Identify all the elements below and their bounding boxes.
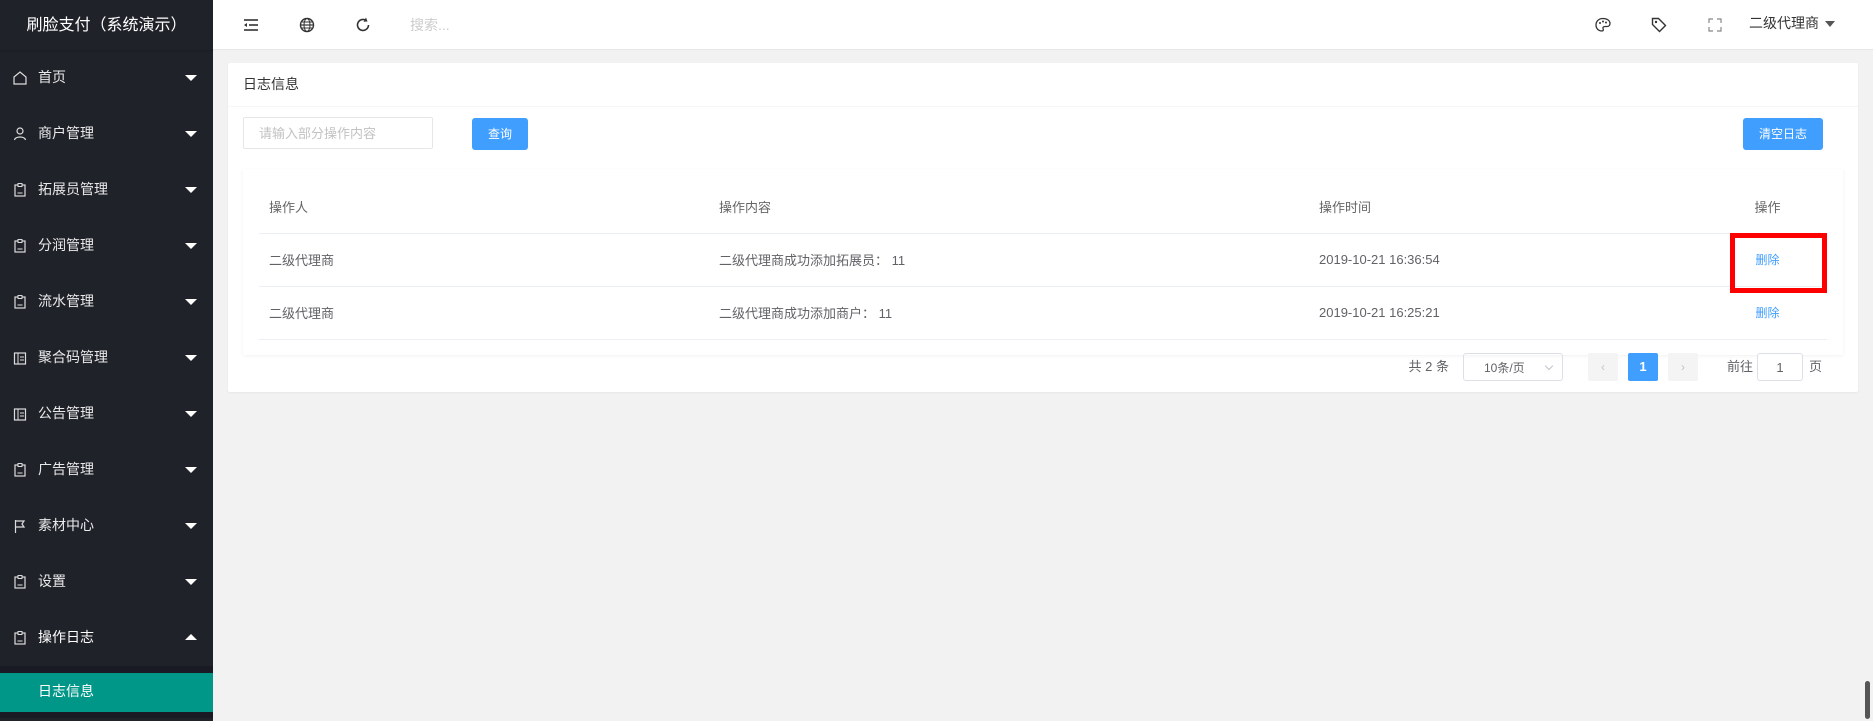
template-icon	[13, 408, 27, 421]
user-menu[interactable]: 二级代理商	[1749, 0, 1835, 50]
clear-log-button[interactable]: 清空日志	[1743, 118, 1823, 150]
sidebar-item-label: 广告管理	[38, 462, 94, 478]
sidebar-menu: 首页 商户管理 拓展员管理 分润管理 流水管理 聚合码管理 公告管理 广告管理 …	[0, 50, 213, 666]
card-title: 日志信息	[228, 63, 1858, 107]
sidebar-item-label: 流水管理	[38, 294, 94, 310]
table-row: 二级代理商 二级代理商成功添加拓展员： 11 2019-10-21 16:36:…	[259, 233, 1827, 287]
sidebar-item-transactions[interactable]: 流水管理	[0, 274, 213, 330]
chevron-down-icon	[1544, 361, 1554, 371]
sidebar-item-label: 素材中心	[38, 518, 94, 534]
operator-cell: 二级代理商	[259, 233, 709, 287]
sidebar-item-aggregate-code[interactable]: 聚合码管理	[0, 330, 213, 386]
website-icon[interactable]	[297, 15, 317, 35]
scrollbar-thumb[interactable]	[1865, 681, 1870, 719]
time-cell: 2019-10-21 16:25:21	[1309, 286, 1709, 340]
sidebar-item-label: 商户管理	[38, 126, 94, 142]
clipboard-icon	[14, 463, 26, 477]
content-cell: 二级代理商成功添加商户： 11	[709, 286, 1309, 340]
toolbar: 查询 清空日志	[243, 117, 1843, 151]
sidebar-item-label: 分润管理	[38, 238, 94, 254]
tag-icon[interactable]	[1649, 15, 1669, 35]
sidebar-submenu: 日志信息	[0, 666, 213, 718]
sidebar-item-home[interactable]: 首页	[0, 50, 213, 106]
sidebar-item-label: 拓展员管理	[38, 182, 108, 198]
pagination: 共 2 条 10条/页 ‹ 1 › 前往 页	[1408, 353, 1822, 381]
sidebar-subitem-log-info[interactable]: 日志信息	[0, 673, 213, 712]
table-row: 二级代理商 二级代理商成功添加商户： 11 2019-10-21 16:25:2…	[259, 286, 1827, 340]
clipboard-icon	[14, 183, 26, 197]
chevron-up-icon	[185, 634, 197, 640]
goto-label: 前往	[1726, 359, 1753, 374]
refresh-icon[interactable]	[353, 15, 373, 35]
top-header: 二级代理商	[213, 0, 1873, 50]
column-header: 操作	[1709, 180, 1827, 234]
page-size-select[interactable]: 10条/页	[1462, 353, 1563, 381]
column-header: 操作内容	[709, 180, 1309, 234]
sidebar: 刷脸支付（系统演示） 首页 商户管理 拓展员管理 分润管理 流水管理 聚合码管理…	[0, 0, 213, 721]
app-title: 刷脸支付（系统演示）	[0, 0, 213, 50]
sidebar-item-label: 聚合码管理	[38, 350, 108, 366]
log-table: 操作人 操作内容 操作时间 操作 二级代理商 二级代理商成功添加拓展员： 11 …	[259, 180, 1827, 340]
clipboard-icon	[14, 575, 26, 589]
chevron-down-icon	[185, 523, 197, 529]
clipboard-icon	[14, 239, 26, 253]
sidebar-item-operation-log[interactable]: 操作日志	[0, 610, 213, 666]
query-button[interactable]: 查询	[472, 118, 528, 150]
column-header: 操作人	[259, 180, 709, 234]
chevron-down-icon	[185, 579, 197, 585]
chevron-down-icon	[185, 187, 197, 193]
sidebar-item-settings[interactable]: 设置	[0, 554, 213, 610]
action-cell: 删除	[1709, 233, 1827, 287]
operator-cell: 二级代理商	[259, 286, 709, 340]
delete-link[interactable]: 删除	[1755, 306, 1779, 320]
table-header-row: 操作人 操作内容 操作时间 操作	[259, 180, 1827, 234]
chevron-down-icon	[185, 75, 197, 81]
fullscreen-icon[interactable]	[1705, 15, 1725, 35]
sidebar-item-label: 操作日志	[38, 630, 94, 646]
prev-page-button[interactable]: ‹	[1587, 353, 1618, 381]
chevron-down-icon	[185, 355, 197, 361]
log-info-card: 日志信息 查询 清空日志 操作人 操作内容 操作时间 操作 二级代理商 二级代理…	[228, 63, 1858, 392]
clipboard-icon	[14, 295, 26, 309]
page-number-button[interactable]: 1	[1627, 353, 1658, 381]
clipboard-icon	[14, 631, 26, 645]
action-cell: 删除	[1709, 286, 1827, 340]
chevron-down-icon	[185, 131, 197, 137]
operation-content-input[interactable]	[243, 117, 433, 149]
flag-icon	[14, 520, 26, 533]
content-cell: 二级代理商成功添加拓展员： 11	[709, 233, 1309, 287]
search-input[interactable]	[408, 12, 608, 38]
chevron-down-icon	[185, 411, 197, 417]
total-count: 共 2 条	[1408, 359, 1449, 374]
sidebar-item-ads[interactable]: 广告管理	[0, 442, 213, 498]
chevron-down-icon	[185, 299, 197, 305]
next-page-button[interactable]: ›	[1667, 353, 1698, 381]
sidebar-item-merchants[interactable]: 商户管理	[0, 106, 213, 162]
user-name: 二级代理商	[1749, 16, 1819, 32]
chevron-down-icon	[185, 467, 197, 473]
template-icon	[13, 352, 27, 365]
time-cell: 2019-10-21 16:36:54	[1309, 233, 1709, 287]
theme-palette-icon[interactable]	[1593, 15, 1613, 35]
goto-suffix: 页	[1808, 359, 1822, 374]
caret-down-icon	[1825, 21, 1835, 27]
sidebar-item-profit[interactable]: 分润管理	[0, 218, 213, 274]
sidebar-item-announcements[interactable]: 公告管理	[0, 386, 213, 442]
goto-page-input[interactable]	[1756, 353, 1803, 381]
sidebar-item-label: 设置	[38, 574, 66, 590]
sidebar-item-label: 首页	[38, 70, 66, 86]
menu-fold-icon[interactable]	[241, 15, 261, 35]
sidebar-item-label: 公告管理	[38, 406, 94, 422]
log-table-container: 操作人 操作内容 操作时间 操作 二级代理商 二级代理商成功添加拓展员： 11 …	[243, 169, 1843, 355]
chevron-down-icon	[185, 243, 197, 249]
column-header: 操作时间	[1309, 180, 1709, 234]
page-size-value: 10条/页	[1483, 361, 1525, 375]
home-icon	[13, 71, 27, 85]
sidebar-item-promoters[interactable]: 拓展员管理	[0, 162, 213, 218]
sidebar-item-materials[interactable]: 素材中心	[0, 498, 213, 554]
user-icon	[13, 127, 27, 141]
delete-link[interactable]: 删除	[1755, 253, 1779, 267]
